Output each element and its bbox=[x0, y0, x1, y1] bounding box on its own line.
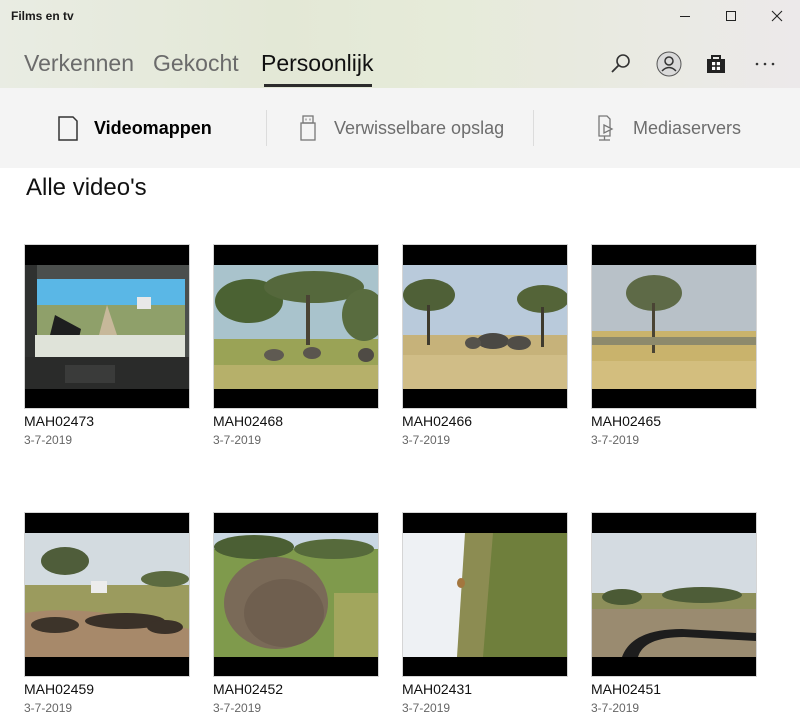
video-date: 3-7-2019 bbox=[402, 701, 451, 715]
video-thumbnail bbox=[591, 512, 757, 677]
tab-persoonlijk[interactable]: Persoonlijk bbox=[261, 50, 374, 77]
pivot-label: Verwisselbare opslag bbox=[334, 117, 505, 138]
video-thumbnail bbox=[24, 244, 190, 409]
video-date: 3-7-2019 bbox=[24, 433, 73, 447]
video-title: MAH02459 bbox=[24, 681, 95, 697]
video-thumbnail bbox=[591, 244, 757, 409]
window-title: Films en tv bbox=[11, 9, 74, 23]
media-server-icon bbox=[598, 115, 614, 141]
video-title: MAH02468 bbox=[213, 413, 284, 429]
active-tab-indicator bbox=[264, 84, 372, 87]
video-thumbnail bbox=[213, 512, 379, 677]
account-button[interactable] bbox=[651, 46, 687, 82]
tab-gekocht[interactable]: Gekocht bbox=[153, 50, 239, 77]
pivot-verwisselbare-opslag[interactable]: Verwisselbare opslag bbox=[296, 88, 504, 168]
pivot-divider bbox=[533, 110, 534, 146]
search-button[interactable] bbox=[603, 46, 639, 82]
video-title: MAH02431 bbox=[402, 681, 473, 697]
account-icon bbox=[656, 51, 682, 77]
phone-icon bbox=[58, 116, 78, 141]
minimize-icon bbox=[680, 16, 690, 17]
minimize-button[interactable] bbox=[662, 0, 708, 32]
usb-icon bbox=[300, 115, 316, 141]
video-thumbnail bbox=[402, 244, 568, 409]
more-icon bbox=[755, 62, 775, 66]
pivot-mediaservers[interactable]: Mediaservers bbox=[595, 88, 741, 168]
video-title: MAH02465 bbox=[591, 413, 662, 429]
video-title: MAH02451 bbox=[591, 681, 662, 697]
close-button[interactable] bbox=[754, 0, 800, 32]
more-button[interactable] bbox=[747, 46, 783, 82]
video-thumbnail bbox=[24, 512, 190, 677]
pivot-label: Videomappen bbox=[94, 117, 212, 138]
video-date: 3-7-2019 bbox=[213, 701, 262, 715]
pivot-videomappen[interactable]: Videomappen bbox=[56, 88, 212, 168]
video-thumbnail bbox=[213, 244, 379, 409]
video-title: MAH02466 bbox=[402, 413, 473, 429]
video-title: MAH02452 bbox=[213, 681, 284, 697]
video-date: 3-7-2019 bbox=[402, 433, 451, 447]
store-button[interactable] bbox=[698, 46, 734, 82]
video-date: 3-7-2019 bbox=[24, 701, 73, 715]
section-title: Alle video's bbox=[26, 174, 147, 201]
video-date: 3-7-2019 bbox=[591, 701, 640, 715]
store-icon bbox=[707, 55, 725, 73]
video-thumbnail bbox=[402, 512, 568, 677]
maximize-button[interactable] bbox=[708, 0, 754, 32]
search-icon bbox=[611, 54, 630, 73]
video-title: MAH02473 bbox=[24, 413, 95, 429]
pivot-divider bbox=[266, 110, 267, 146]
maximize-icon bbox=[726, 11, 736, 21]
close-icon bbox=[771, 10, 783, 22]
video-date: 3-7-2019 bbox=[213, 433, 262, 447]
tab-verkennen[interactable]: Verkennen bbox=[24, 50, 134, 77]
location-pivot: Videomappen Verwisselbare opslag Mediase… bbox=[0, 88, 800, 168]
app-header: Films en tv Verkennen Gekocht Persoonlij… bbox=[0, 0, 800, 88]
video-date: 3-7-2019 bbox=[591, 433, 640, 447]
pivot-label: Mediaservers bbox=[633, 117, 742, 138]
